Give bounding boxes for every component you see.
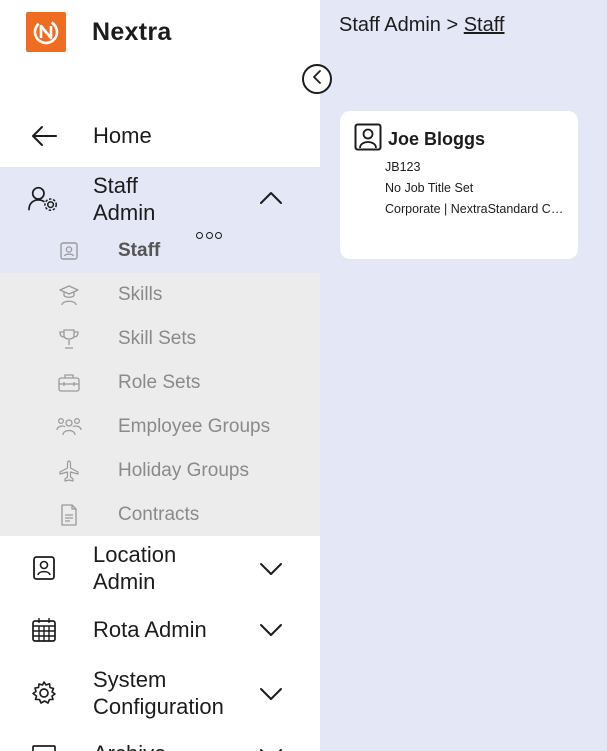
user-gear-icon [28,183,60,215]
staff-card-header: Joe Bloggs [354,123,485,156]
sidebar: Nextra Home Staff Admin Staff Skills Ski… [0,0,320,751]
submenu-label-skill-sets: Skill Sets [118,328,197,349]
submenu-label-skills: Skills [118,284,163,305]
nav-label-rota-admin: Rota Admin [93,617,207,642]
arrow-left-icon [28,120,60,152]
nav-label-home: Home [93,123,152,148]
submenu-item-employee-groups[interactable]: Employee Groups [0,405,320,449]
trophy-icon [56,326,82,352]
submenu-item-skill-sets[interactable]: Skill Sets [0,317,320,361]
nav-item-rota-admin[interactable]: Rota Admin [0,612,320,648]
nav-item-home[interactable]: Home [0,115,320,157]
staff-contract: Corporate | NextraStandard Contract [385,199,570,220]
toolbox-icon [56,370,82,396]
nextra-logo-icon [26,12,66,52]
breadcrumb-current[interactable]: Staff [464,14,505,36]
people-group-icon [56,414,82,440]
submenu-label-staff: Staff [118,240,161,261]
airplane-icon [56,458,82,484]
chevron-left-icon [310,69,324,90]
chevron-down-icon[interactable] [258,556,284,582]
staff-card[interactable]: Joe Bloggs JB123 No Job Title Set Corpor… [340,111,578,259]
nav-item-system-configuration[interactable]: System Configuration [0,665,320,721]
nav-label-archive: Archive [93,740,166,751]
submenu-label-holiday-groups: Holiday Groups [118,460,249,481]
staff-employee-id: JB123 [385,157,570,178]
nav-item-location-admin[interactable]: Location Admin [0,540,320,596]
staff-details-list: JB123 No Job Title Set Corporate | Nextr… [370,157,570,220]
staff-name[interactable]: Joe Bloggs [388,129,485,150]
submenu-label-contracts: Contracts [118,504,200,525]
submenu-label-employee-groups: Employee Groups [118,416,271,437]
breadcrumb-separator: > [440,14,464,36]
calendar-icon [28,614,60,646]
nav-label-location-admin-line2: Admin [93,569,156,594]
nav-label-staff-admin-line1: Staff [93,173,138,198]
submenu-label-role-sets: Role Sets [118,372,201,393]
brand-name: Nextra [92,17,172,46]
document-icon [56,502,82,528]
more-options-icon[interactable] [196,229,222,241]
submenu-item-skills[interactable]: Skills [0,273,320,317]
brand: Nextra [26,12,172,52]
breadcrumb: Staff Admin > Staff [339,14,505,37]
nav-label-staff-admin-line2: Admin [93,200,156,225]
gear-icon [28,677,60,709]
collapse-sidebar-button[interactable] [302,64,332,94]
chevron-up-icon[interactable] [258,185,284,211]
nav-label-system-config-line1: System [93,667,167,692]
chevron-down-icon[interactable] [258,617,284,643]
submenu-item-contracts[interactable]: Contracts [0,493,320,537]
breadcrumb-parent[interactable]: Staff Admin [339,14,441,36]
chevron-down-icon[interactable] [258,742,284,751]
person-badge-icon [354,123,382,156]
id-badge-icon [56,238,82,264]
chevron-down-icon[interactable] [258,681,284,707]
graduate-icon [56,282,82,308]
submenu-item-role-sets[interactable]: Role Sets [0,361,320,405]
staff-job-title: No Job Title Set [385,178,570,199]
staff-admin-submenu: Skills Skill Sets Role Sets Employee Gro… [0,273,320,536]
contact-card-icon [28,552,60,584]
submenu-item-staff[interactable]: Staff [0,229,320,273]
nav-item-staff-admin[interactable]: Staff Admin Staff [0,167,320,273]
nav-label-system-config-line2: Configuration [93,694,224,719]
nav-item-archive[interactable]: Archive [0,738,320,751]
archive-icon [28,740,60,751]
nav-label-location-admin-line1: Location [93,542,177,567]
submenu-item-holiday-groups[interactable]: Holiday Groups [0,449,320,493]
